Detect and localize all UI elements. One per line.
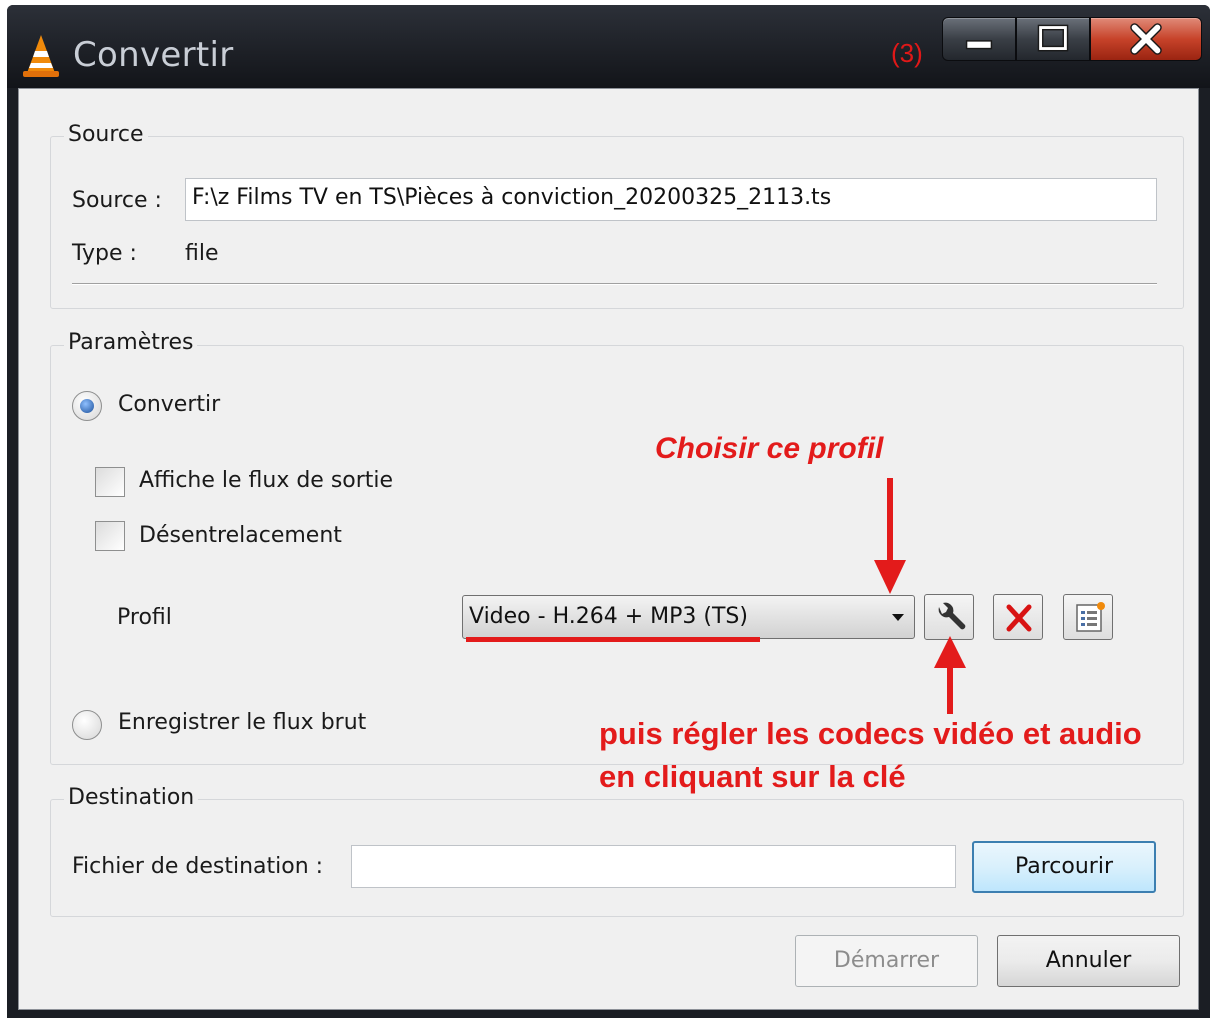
close-button[interactable] — [1090, 17, 1202, 61]
convert-radio-label[interactable]: Convertir — [118, 392, 220, 417]
destination-file-label: Fichier de destination : — [72, 854, 324, 879]
source-path-field[interactable]: F:\z Films TV en TS\Pièces à conviction_… — [185, 178, 1157, 221]
deinterlace-label[interactable]: Désentrelacement — [139, 523, 342, 548]
edit-profile-button[interactable] — [924, 594, 974, 640]
type-value: file — [185, 241, 219, 266]
vlc-cone-icon — [23, 35, 59, 77]
show-output-label[interactable]: Affiche le flux de sortie — [139, 468, 393, 493]
choose-profile-annotation: Choisir ce profil — [655, 432, 884, 465]
step-number-annotation: (3) — [891, 38, 923, 68]
close-icon — [1130, 23, 1162, 55]
deinterlace-checkbox[interactable] — [95, 521, 125, 551]
type-label: Type : — [72, 241, 137, 266]
up-arrow-annotation-icon — [934, 636, 966, 714]
profile-label: Profil — [117, 605, 172, 630]
dialog-body: Source Source : F:\z Films TV en TS\Pièc… — [18, 88, 1199, 1010]
maximize-icon — [1037, 24, 1069, 52]
wrench-icon — [938, 602, 966, 630]
down-arrow-annotation-icon — [874, 478, 906, 594]
profile-selected-value: Video - H.264 + MP3 (TS) — [469, 604, 748, 629]
params-group-title: Paramètres — [64, 330, 198, 355]
radio-selected-dot — [80, 399, 94, 413]
title-bar[interactable]: Convertir (3) — [7, 5, 1210, 88]
new-profile-list-icon — [1076, 602, 1105, 632]
red-x-icon — [1006, 604, 1032, 632]
new-profile-button[interactable] — [1063, 594, 1113, 640]
show-output-checkbox[interactable] — [95, 467, 125, 497]
convert-radio[interactable] — [72, 391, 102, 421]
minimize-icon — [965, 40, 993, 50]
minimize-button[interactable] — [942, 17, 1016, 61]
profile-underline-annotation — [466, 637, 760, 642]
source-group-title: Source — [64, 122, 148, 147]
source-label: Source : — [72, 188, 162, 213]
browse-button[interactable]: Parcourir — [972, 841, 1156, 893]
cancel-button[interactable]: Annuler — [997, 935, 1180, 987]
delete-profile-button[interactable] — [993, 594, 1043, 640]
convert-dialog-window: Convertir (3) Source Source : F:\z Films… — [7, 5, 1210, 1018]
source-separator — [72, 283, 1157, 285]
raw-dump-radio[interactable] — [72, 710, 102, 740]
profile-dropdown[interactable]: Video - H.264 + MP3 (TS) — [462, 595, 915, 639]
codec-annotation-line1: puis régler les codecs vidéo et audio — [599, 716, 1142, 751]
maximize-button[interactable] — [1016, 17, 1090, 61]
chevron-down-icon — [892, 614, 904, 621]
codec-annotation-line2: en cliquant sur la clé — [599, 759, 906, 794]
window-title: Convertir — [73, 35, 234, 75]
raw-dump-label[interactable]: Enregistrer le flux brut — [118, 710, 366, 735]
start-button[interactable]: Démarrer — [795, 935, 978, 987]
destination-group-title: Destination — [64, 785, 199, 810]
destination-file-field[interactable] — [351, 845, 956, 888]
